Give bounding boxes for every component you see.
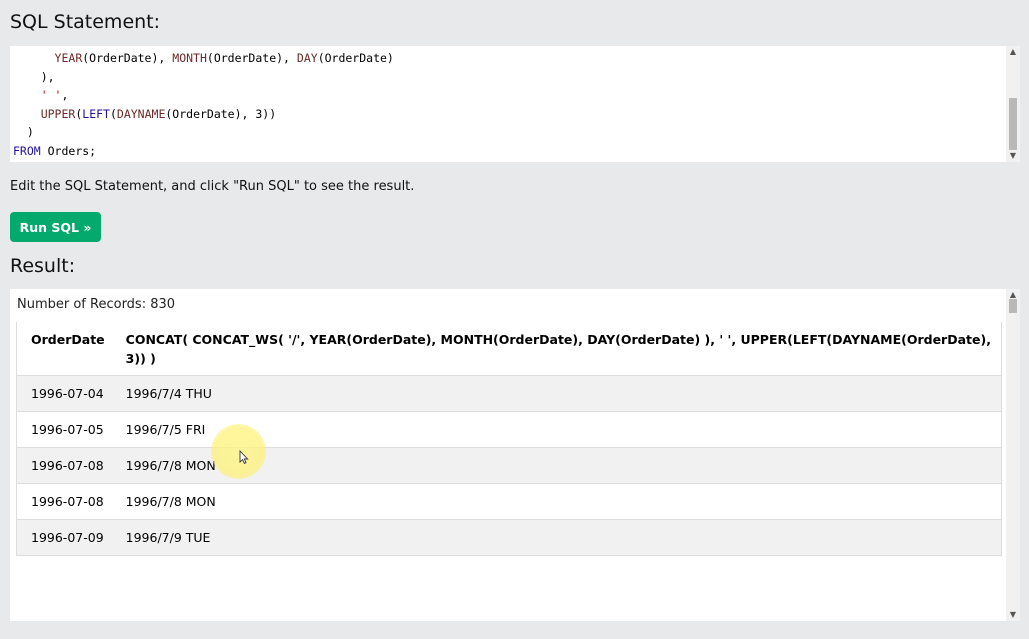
code-line: FROM Orders; [13, 143, 97, 158]
table-header-row: OrderDate CONCAT( CONCAT_WS( '/', YEAR(O… [16, 322, 1002, 376]
table-row: 1996-07-05 1996/7/5 FRI [16, 411, 1002, 448]
code-line: ' ', [40, 88, 69, 103]
table-row: 1996-07-08 1996/7/8 MON [16, 483, 1002, 520]
cell-orderdate: 1996-07-04 [16, 375, 112, 412]
cell-orderdate: 1996-07-09 [16, 519, 112, 556]
cell-value: 1996/7/8 MON [111, 483, 1002, 520]
result-scroll-thumb[interactable] [1009, 299, 1017, 313]
editor-scroll-thumb[interactable] [1009, 98, 1017, 150]
cell-value: 1996/7/8 MON [111, 447, 1002, 484]
table-row: 1996-07-04 1996/7/4 THU [16, 375, 1002, 412]
cell-orderdate: 1996-07-05 [16, 411, 112, 448]
result-panel[interactable]: Number of Records: 830 OrderDate CONCAT(… [10, 289, 1020, 621]
cell-orderdate: 1996-07-08 [16, 447, 112, 484]
scroll-down-arrow-icon[interactable]: ▼ [1006, 151, 1020, 161]
cell-value: 1996/7/4 THU [111, 375, 1002, 412]
sql-code[interactable]: YEAR(OrderDate), MONTH(OrderDate), DAY(O… [13, 49, 394, 161]
help-text: Edit the SQL Statement, and click "Run S… [10, 179, 415, 194]
record-count: Number of Records: 830 [17, 297, 176, 312]
table-row: 1996-07-09 1996/7/9 TUE [16, 519, 1002, 556]
code-line: ), [13, 69, 55, 84]
code-line: UPPER(LEFT(DAYNAME(OrderDate), 3)) [40, 106, 277, 121]
column-header-orderdate: OrderDate [16, 322, 112, 376]
cell-orderdate: 1996-07-08 [16, 483, 112, 520]
code-line: ) [13, 125, 34, 140]
code-line: YEAR(OrderDate), MONTH(OrderDate), DAY(O… [54, 51, 394, 65]
editor-scrollbar[interactable]: ▲ ▼ [1006, 46, 1020, 162]
run-sql-button[interactable]: Run SQL » [10, 212, 101, 242]
scroll-down-arrow-icon[interactable]: ▼ [1006, 610, 1020, 620]
column-header-concat: CONCAT( CONCAT_WS( '/', YEAR(OrderDate),… [111, 322, 1002, 376]
result-table: OrderDate CONCAT( CONCAT_WS( '/', YEAR(O… [16, 322, 1002, 556]
scroll-up-arrow-icon[interactable]: ▲ [1006, 47, 1020, 57]
cell-value: 1996/7/9 TUE [111, 519, 1002, 556]
table-row: 1996-07-08 1996/7/8 MON [16, 447, 1002, 484]
cell-value: 1996/7/5 FRI [111, 411, 1002, 448]
result-heading: Result: [10, 255, 76, 277]
result-scrollbar[interactable]: ▲ ▼ [1006, 289, 1020, 621]
sql-statement-heading: SQL Statement: [10, 11, 161, 33]
sql-editor[interactable]: YEAR(OrderDate), MONTH(OrderDate), DAY(O… [10, 46, 1020, 162]
